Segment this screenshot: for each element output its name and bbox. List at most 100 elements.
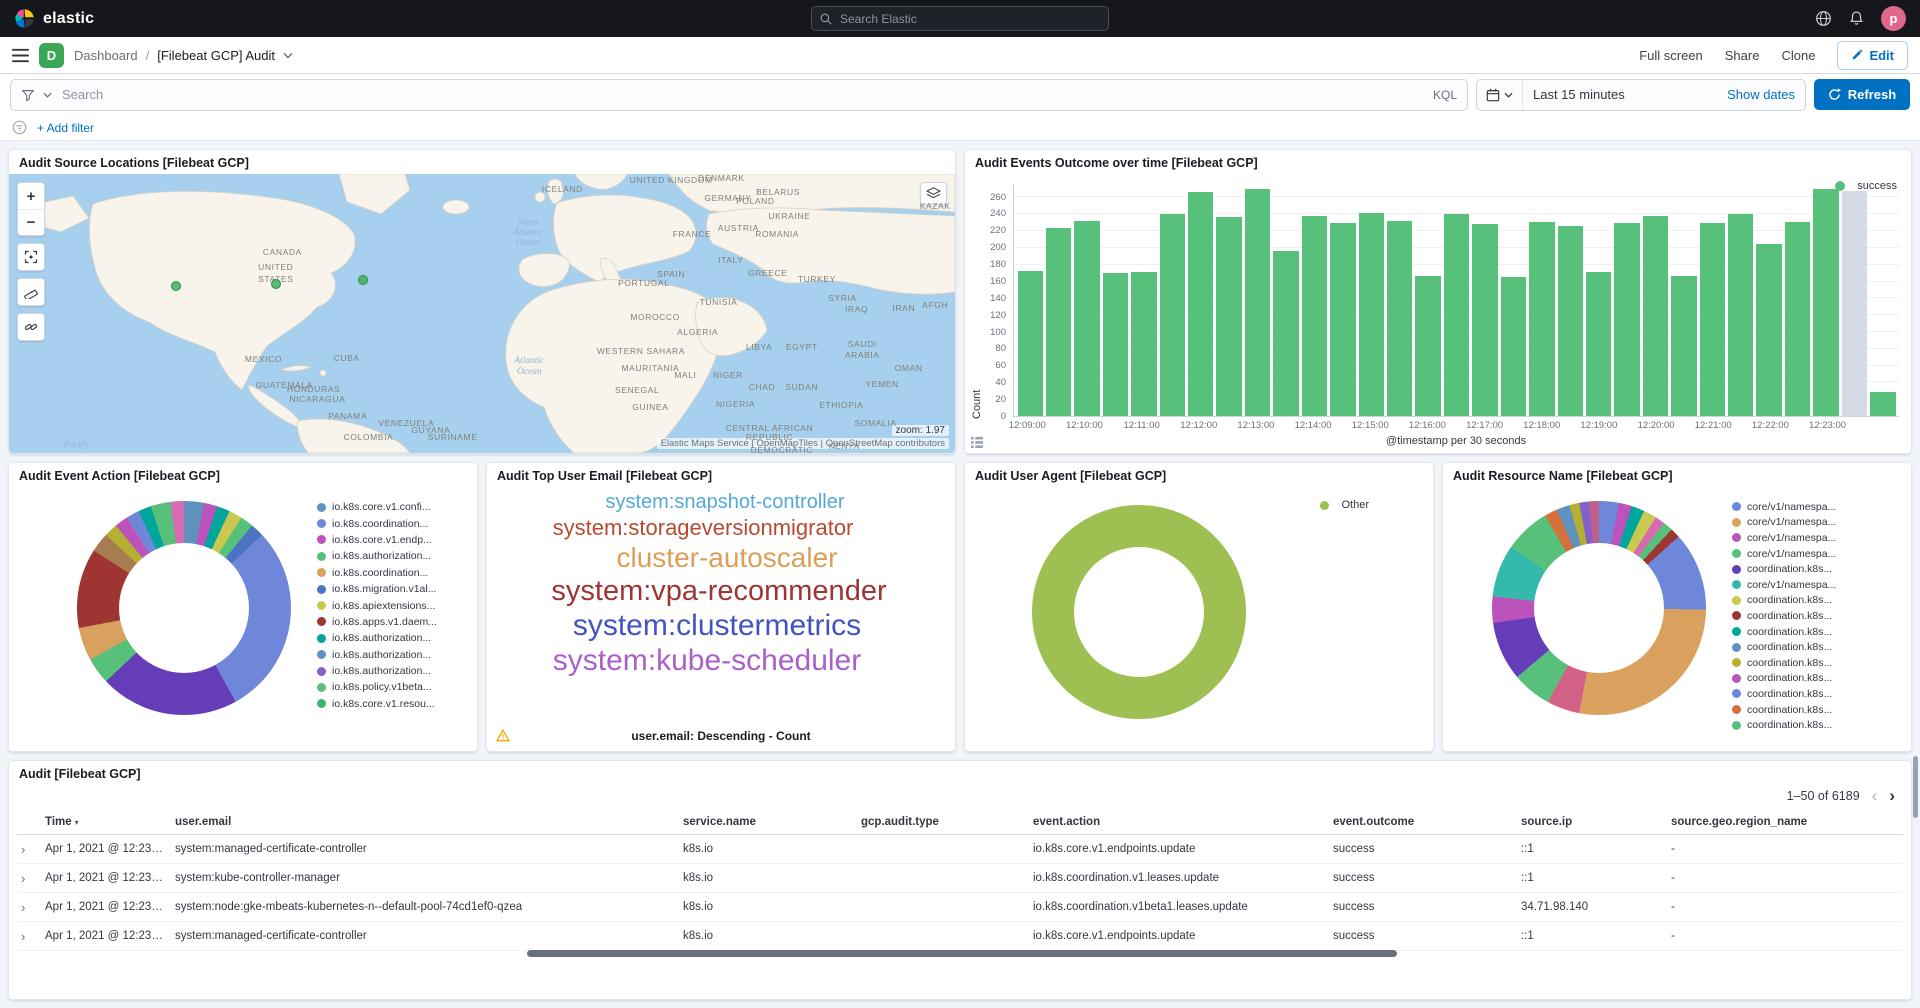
column-header[interactable]: source.geo.region_name	[1671, 816, 1903, 828]
kql-toggle[interactable]: KQL	[1433, 88, 1457, 102]
tag-cloud-word[interactable]: system:vpa-recommender	[551, 574, 886, 608]
tag-cloud-word[interactable]: system:clustermetrics	[573, 608, 861, 643]
bar[interactable]	[1188, 192, 1213, 416]
breadcrumb-chevron-icon[interactable]	[283, 52, 293, 59]
bar[interactable]	[1046, 228, 1071, 416]
chart-legend[interactable]: success	[1835, 180, 1897, 192]
bar[interactable]	[1558, 226, 1583, 416]
warning-icon[interactable]	[496, 729, 510, 742]
saved-query-chevron-icon[interactable]	[43, 92, 52, 98]
column-header[interactable]: service.name	[683, 816, 861, 828]
legend-item[interactable]: coordination.k8s...	[1732, 639, 1836, 655]
notifications-bell-icon[interactable]	[1848, 10, 1865, 27]
query-search-input[interactable]	[60, 86, 1425, 103]
user-agent-donut[interactable]	[1032, 505, 1246, 719]
full-screen-button[interactable]: Full screen	[1639, 48, 1703, 63]
bar[interactable]	[1444, 214, 1469, 416]
time-range-label[interactable]: Last 15 minutes	[1523, 87, 1727, 102]
prev-page-button[interactable]: ‹	[1872, 787, 1878, 804]
bar[interactable]	[1785, 222, 1810, 416]
saved-query-icon[interactable]	[21, 88, 35, 102]
bar[interactable]	[1330, 223, 1355, 416]
tag-cloud-word[interactable]: cluster-autoscaler	[617, 541, 838, 574]
legend-toggle-button[interactable]	[971, 436, 983, 448]
attribution-text[interactable]: Elastic Maps Service | OpenMapTiles | Op…	[657, 438, 949, 449]
bar[interactable]	[1671, 276, 1696, 416]
map-data-point[interactable]	[171, 281, 181, 291]
legend-item[interactable]: io.k8s.coordination...	[317, 515, 437, 531]
legend-item[interactable]: core/v1/namespa...	[1732, 499, 1836, 515]
tag-cloud-word[interactable]: system:kube-scheduler	[553, 643, 861, 678]
panel-title[interactable]: Audit Source Locations [Filebeat GCP]	[9, 150, 955, 174]
legend-item[interactable]: coordination.k8s...	[1732, 686, 1836, 702]
legend-item[interactable]: io.k8s.coordination...	[317, 565, 437, 581]
row-expand-icon[interactable]: ›	[17, 929, 45, 944]
legend-item[interactable]: core/v1/namespa...	[1732, 530, 1836, 546]
event-action-donut[interactable]	[77, 501, 291, 715]
bar[interactable]	[1415, 276, 1440, 416]
cloud-deployment-icon[interactable]	[1815, 10, 1832, 27]
refresh-button[interactable]: Refresh	[1814, 79, 1910, 110]
breadcrumb-dashboard[interactable]: Dashboard	[74, 48, 138, 63]
bar[interactable]	[1870, 392, 1895, 416]
legend-item[interactable]: io.k8s.authorization...	[317, 548, 437, 564]
legend-item[interactable]: io.k8s.authorization...	[317, 647, 437, 663]
query-input[interactable]: KQL	[10, 79, 1468, 111]
bar[interactable]	[1472, 224, 1497, 416]
bar[interactable]	[1273, 251, 1298, 416]
column-header[interactable]: event.action	[1033, 816, 1333, 828]
panel-title[interactable]: Audit Event Action [Filebeat GCP]	[9, 463, 477, 487]
legend-item[interactable]: io.k8s.authorization...	[317, 630, 437, 646]
bar[interactable]	[1728, 214, 1753, 416]
row-expand-icon[interactable]: ›	[17, 842, 45, 857]
legend-item[interactable]: coordination.k8s...	[1732, 624, 1836, 640]
bar[interactable]	[1160, 214, 1185, 416]
column-header[interactable]: source.ip	[1521, 816, 1671, 828]
filter-options-icon[interactable]	[12, 120, 27, 135]
menu-icon[interactable]	[12, 48, 29, 63]
legend-item[interactable]: coordination.k8s...	[1732, 561, 1836, 577]
bar[interactable]	[1216, 217, 1241, 416]
elastic-logo[interactable]: elastic	[14, 8, 94, 29]
row-expand-icon[interactable]: ›	[17, 871, 45, 886]
edit-button[interactable]: Edit	[1837, 41, 1908, 70]
legend-item[interactable]: io.k8s.authorization...	[317, 663, 437, 679]
tag-cloud-word[interactable]: system:snapshot-controller	[606, 491, 845, 515]
measure-button[interactable]	[18, 279, 44, 305]
vertical-scrollbar[interactable]	[1913, 756, 1918, 818]
bar[interactable]	[1614, 223, 1639, 416]
legend-item[interactable]: coordination.k8s...	[1732, 702, 1836, 718]
legend-item[interactable]: core/v1/namespa...	[1732, 515, 1836, 531]
space-avatar[interactable]: D	[39, 43, 64, 68]
legend-item[interactable]: coordination.k8s...	[1732, 593, 1836, 609]
show-dates-button[interactable]: Show dates	[1727, 87, 1805, 102]
panel-title[interactable]: Audit [Filebeat GCP]	[9, 761, 1911, 785]
panel-title[interactable]: Audit Resource Name [Filebeat GCP]	[1443, 463, 1911, 487]
legend-item[interactable]: io.k8s.migration.v1al...	[317, 581, 437, 597]
clone-button[interactable]: Clone	[1781, 48, 1815, 63]
map-data-point[interactable]	[271, 279, 281, 289]
user-avatar[interactable]: p	[1881, 6, 1906, 31]
bar[interactable]	[1586, 272, 1611, 416]
legend-item[interactable]: io.k8s.core.v1.resou...	[317, 696, 437, 712]
panel-title[interactable]: Audit User Agent [Filebeat GCP]	[965, 463, 1433, 487]
legend-item[interactable]: coordination.k8s...	[1732, 655, 1836, 671]
bar[interactable]	[1700, 223, 1725, 416]
legend-item[interactable]: io.k8s.apiextensions...	[317, 597, 437, 613]
legend-item[interactable]: io.k8s.policy.v1beta...	[317, 679, 437, 695]
legend-item[interactable]: io.k8s.core.v1.confi...	[317, 499, 437, 515]
bar[interactable]	[1813, 189, 1838, 416]
add-filter-button[interactable]: + Add filter	[37, 121, 94, 135]
zoom-in-button[interactable]: +	[18, 183, 44, 209]
bar[interactable]	[1103, 273, 1128, 416]
tag-cloud-word[interactable]: system:storageversionmigrator	[553, 515, 854, 541]
share-button[interactable]: Share	[1725, 48, 1760, 63]
column-header[interactable]: event.outcome	[1333, 816, 1521, 828]
legend-item[interactable]: core/v1/namespa...	[1732, 577, 1836, 593]
legend-item[interactable]: coordination.k8s...	[1732, 608, 1836, 624]
panel-title[interactable]: Audit Top User Email [Filebeat GCP]	[487, 463, 955, 487]
bar[interactable]	[1359, 213, 1384, 416]
bar[interactable]	[1842, 191, 1867, 416]
user-agent-legend[interactable]: Other	[1320, 499, 1369, 511]
bar[interactable]	[1302, 216, 1327, 416]
